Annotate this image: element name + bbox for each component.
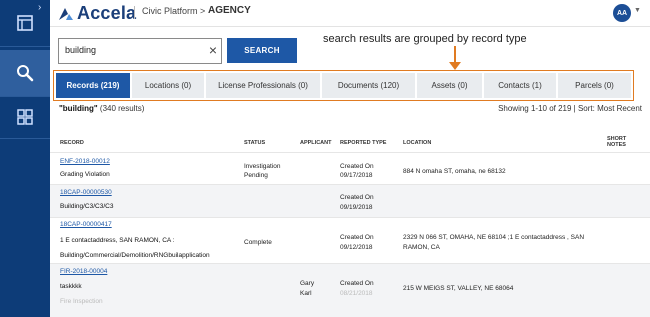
record-type: Fire Inspection — [60, 298, 103, 305]
breadcrumb-platform[interactable]: Civic Platform — [142, 6, 198, 16]
search-input[interactable] — [65, 45, 195, 55]
location-value: 2329 N 066 ST, OMAHA, NE 68104 ;1 E cont… — [403, 234, 585, 241]
table-row[interactable]: 18CAP-00000417 1 E contactaddress, SAN R… — [50, 218, 650, 263]
tab-license-professionals[interactable]: License Professionals (0) — [206, 73, 320, 98]
top-header: Accela Civic Platform > AGENCY AA ▼ — [50, 0, 650, 27]
tab-documents[interactable]: Documents (120) — [322, 73, 415, 98]
record-type: Grading Violation — [60, 171, 110, 178]
record-id-link[interactable]: FIR-2018-00004 — [60, 267, 107, 276]
record-address: 1 E contactaddress, SAN RAMON, CA : — [60, 237, 175, 244]
applicant-value: Karl — [300, 290, 312, 297]
user-avatar[interactable]: AA — [613, 4, 631, 22]
results-count: (340 results) — [97, 104, 145, 113]
results-query: "building" — [59, 104, 98, 113]
reported-label: Created On — [340, 163, 374, 170]
record-id-link[interactable]: 18CAP-00000530 — [60, 188, 112, 197]
table-row[interactable]: 18CAP-00000530 Building/C3/C3/C3 Created… — [50, 185, 650, 217]
table-header: RECORD STATUS APPLICANT REPORTED TYPE LO… — [50, 136, 650, 152]
breadcrumb-agency: AGENCY — [208, 5, 251, 16]
rail-divider — [0, 96, 50, 97]
rail-divider — [0, 138, 50, 139]
search-button[interactable]: SEARCH — [227, 38, 297, 63]
status-value: Pending — [244, 172, 268, 179]
callout-annotation: search results are grouped by record typ… — [323, 33, 527, 45]
magnifier-icon — [17, 65, 34, 82]
record-id-link[interactable]: ENF-2018-00012 — [60, 157, 110, 166]
location-value: RAMON, CA — [403, 244, 440, 251]
left-rail: › — [0, 0, 50, 317]
status-value: Complete — [244, 239, 272, 246]
table-row[interactable]: ENF-2018-00012 Grading Violation Investi… — [50, 154, 650, 184]
row-divider — [50, 152, 650, 153]
search-nav-button[interactable] — [0, 50, 50, 96]
clear-icon[interactable]: × — [209, 42, 217, 58]
result-type-tabs: Records (219) Locations (0) License Prof… — [56, 73, 633, 98]
tab-records[interactable]: Records (219) — [56, 73, 130, 98]
column-header-reported-type[interactable]: REPORTED TYPE — [340, 140, 386, 146]
column-header-record[interactable]: RECORD — [60, 140, 84, 146]
search-box: × — [58, 38, 222, 64]
callout-arrow-icon — [449, 46, 461, 70]
reported-label: Created On — [340, 234, 374, 241]
breadcrumb-separator: > — [200, 6, 206, 16]
column-header-status[interactable]: STATUS — [244, 140, 265, 146]
reported-date: 09/17/2018 — [340, 172, 373, 179]
record-id-link[interactable]: 18CAP-00000417 — [60, 220, 112, 229]
tab-parcels[interactable]: Parcels (0) — [558, 73, 631, 98]
record-subtitle: taskkkk — [60, 283, 82, 290]
record-type: Building/Commercial/Demolition/RNGbuilap… — [60, 252, 210, 259]
record-type: Building/C3/C3/C3 — [60, 203, 114, 210]
results-summary: "building" (340 results) — [59, 104, 144, 113]
status-value: Investigation — [244, 163, 281, 170]
accela-logo[interactable]: Accela — [58, 3, 136, 24]
column-header-notes[interactable]: NOTES — [607, 142, 626, 148]
applicant-value: Gary — [300, 280, 315, 287]
header-divider — [134, 6, 135, 19]
column-header-location[interactable]: LOCATION — [403, 140, 431, 146]
dashboard-icon[interactable] — [8, 6, 42, 40]
apps-grid-icon[interactable] — [8, 100, 42, 134]
tab-assets[interactable]: Assets (0) — [417, 73, 482, 98]
reported-date: 09/12/2018 — [340, 244, 373, 251]
reported-date: 08/21/2018 — [340, 290, 373, 297]
tab-contacts[interactable]: Contacts (1) — [484, 73, 556, 98]
tab-locations[interactable]: Locations (0) — [132, 73, 204, 98]
table-row[interactable]: FIR-2018-00004 taskkkk Fire Inspection G… — [50, 264, 650, 317]
chevron-down-icon[interactable]: ▼ — [634, 7, 641, 14]
brand-name: Accela — [77, 3, 137, 23]
location-value: 215 W MEIGS ST, VALLEY, NE 68064 — [403, 285, 514, 292]
pagination-sort-info[interactable]: Showing 1-10 of 219 | Sort: Most Recent — [498, 104, 642, 113]
rail-divider — [0, 46, 50, 47]
reported-date: 09/19/2018 — [340, 204, 373, 211]
reported-label: Created On — [340, 194, 374, 201]
reported-label: Created On — [340, 280, 374, 287]
accela-mark-icon — [59, 7, 73, 20]
location-value: 884 N omaha ST, omaha, ne 68132 — [403, 168, 506, 175]
column-header-applicant[interactable]: APPLICANT — [300, 140, 331, 146]
